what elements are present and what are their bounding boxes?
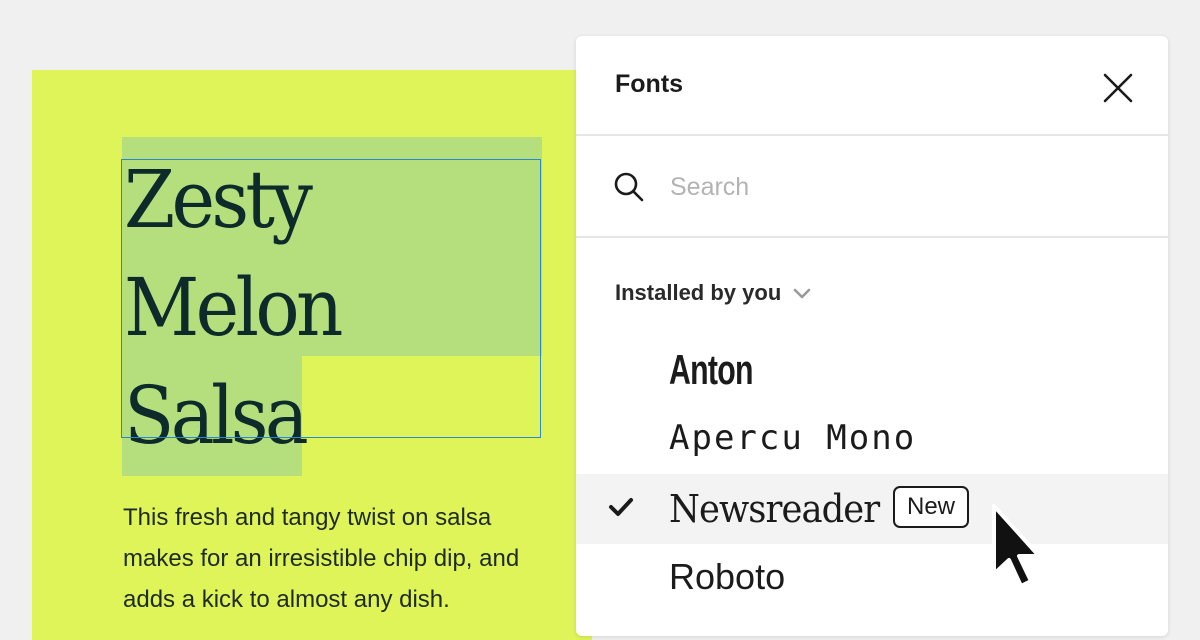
checkmark-icon [609, 498, 633, 516]
search-bar [576, 136, 1168, 238]
fonts-panel: Fonts Installed by you Anton Apercu Mono… [576, 36, 1168, 636]
installed-section-toggle[interactable]: Installed by you [615, 278, 811, 308]
font-name: Roboto [669, 556, 786, 597]
body-text[interactable]: This fresh and tangy twist on salsa make… [123, 497, 563, 620]
font-item-anton[interactable]: Anton [576, 336, 1168, 406]
font-item-apercu-mono[interactable]: Apercu Mono [576, 406, 1168, 476]
font-name: Newsreader [669, 487, 880, 531]
panel-title: Fonts [615, 70, 684, 98]
font-item-roboto[interactable]: Roboto [576, 544, 1168, 614]
selection-bounding-box[interactable] [121, 159, 541, 438]
close-icon [1103, 73, 1133, 103]
search-icon [614, 172, 644, 202]
close-button[interactable] [1100, 70, 1136, 106]
chevron-down-icon [793, 288, 811, 299]
new-badge: New [893, 486, 969, 528]
panel-header: Fonts [576, 36, 1168, 136]
search-input[interactable] [668, 166, 1112, 208]
mouse-cursor-icon [992, 504, 1041, 588]
font-name: Apercu Mono [669, 418, 917, 458]
font-item-newsreader[interactable]: Newsreader New [576, 474, 1168, 544]
section-label: Installed by you [615, 280, 782, 305]
font-name: Anton [669, 346, 753, 393]
